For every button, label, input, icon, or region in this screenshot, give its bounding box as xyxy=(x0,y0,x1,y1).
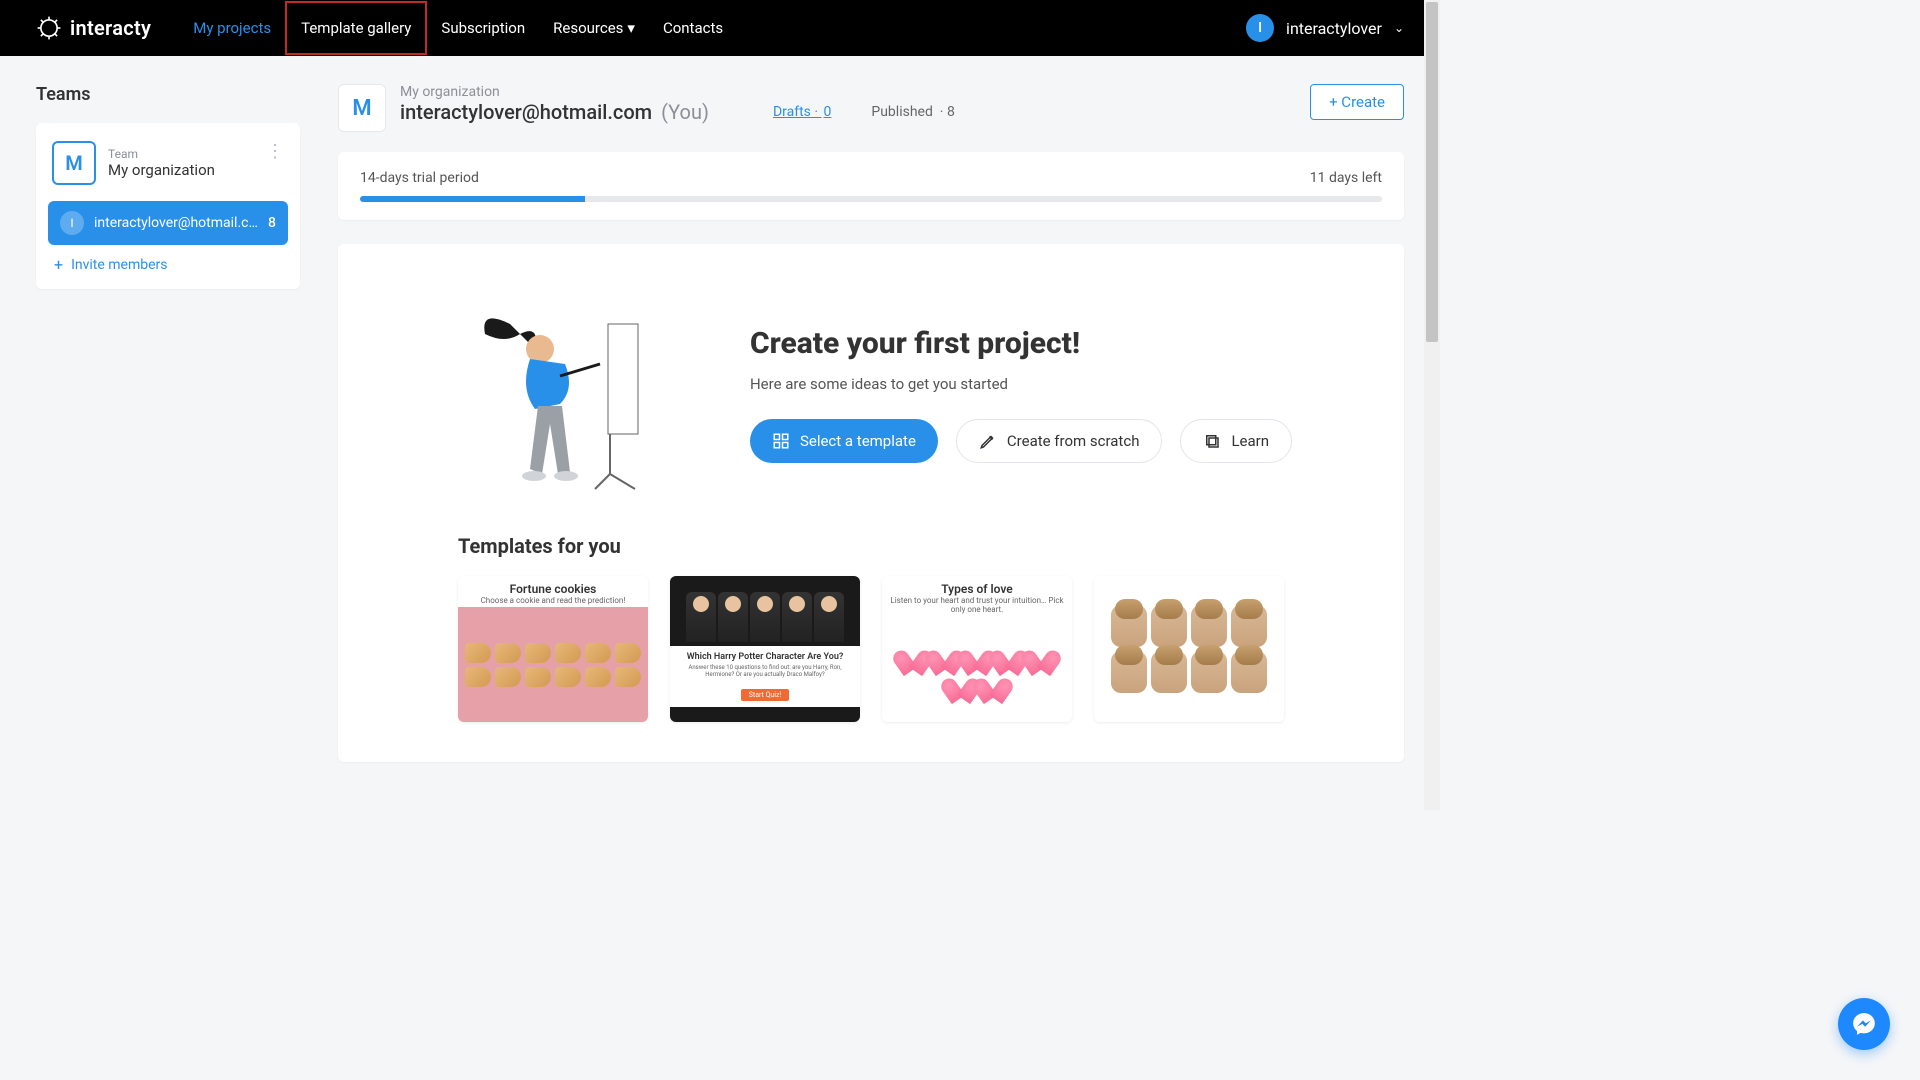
template-card-fortune-cookies[interactable]: Fortune cookies Choose a cookie and read… xyxy=(458,576,648,722)
hero-top: Create your first project! Here are some… xyxy=(398,294,1344,494)
template-card-types-of-love[interactable]: Types of love Listen to your heart and t… xyxy=(882,576,1072,722)
trial-header: 14-days trial period 11 days left xyxy=(360,170,1382,186)
template-card-harry-potter[interactable]: Which Harry Potter Character Are You? An… xyxy=(670,576,860,722)
member-project-count: 8 xyxy=(268,215,276,231)
template-title: Fortune cookies xyxy=(464,582,642,596)
org-header-left: M My organization interactylover@hotmail… xyxy=(338,84,955,132)
top-navbar: interacty My projects Template gallery S… xyxy=(0,0,1440,56)
template-card-faces[interactable] xyxy=(1094,576,1284,722)
nav-subscription[interactable]: Subscription xyxy=(427,3,539,53)
main-content: M My organization interactylover@hotmail… xyxy=(338,84,1404,762)
nav-contacts[interactable]: Contacts xyxy=(649,3,737,53)
logo-icon xyxy=(36,15,62,41)
org-stats: Drafts · 0 Published · 8 xyxy=(773,104,955,132)
trial-progress xyxy=(360,196,1382,202)
learn-button[interactable]: Learn xyxy=(1180,419,1292,463)
vertical-scrollbar[interactable] xyxy=(1424,0,1440,810)
nav-resources[interactable]: Resources ▾ xyxy=(539,3,649,53)
published-label: Published xyxy=(871,104,932,120)
org-meta: My organization interactylover@hotmail.c… xyxy=(400,84,709,132)
template-preview xyxy=(1094,576,1284,722)
member-email: interactylover@hotmail.com… xyxy=(94,215,258,231)
template-subtitle: Choose a cookie and read the prediction! xyxy=(464,596,642,605)
hero-buttons: Select a template Create from scratch Le… xyxy=(750,419,1292,463)
template-card-header: Types of love Listen to your heart and t… xyxy=(882,576,1072,616)
templates-heading: Templates for you xyxy=(458,534,1344,558)
scrollbar-thumb[interactable] xyxy=(1426,2,1438,342)
teams-heading: Teams xyxy=(36,84,300,105)
hero-subtitle: Here are some ideas to get you started xyxy=(750,375,1292,393)
user-name: interactylover xyxy=(1286,19,1382,38)
messenger-fab[interactable] xyxy=(1838,998,1890,1050)
template-subtitle: Listen to your heart and trust your intu… xyxy=(888,596,1066,614)
org-email: interactylover@hotmail.com xyxy=(400,100,652,124)
teams-sidebar: Teams M Team My organization ⋮ I interac… xyxy=(36,84,300,762)
templates-row: Fortune cookies Choose a cookie and read… xyxy=(398,576,1344,722)
published-stat: Published · 8 xyxy=(871,104,954,132)
template-start-button: Start Quiz! xyxy=(741,689,789,701)
trial-progress-bar xyxy=(360,196,585,202)
trial-remaining: 11 days left xyxy=(1310,170,1382,186)
team-meta: Team My organization xyxy=(108,147,215,179)
user-menu[interactable]: I interactylover ⌄ xyxy=(1246,14,1404,42)
org-label: My organization xyxy=(400,84,709,100)
nav-resources-label: Resources xyxy=(553,19,623,37)
trial-label: 14-days trial period xyxy=(360,170,479,186)
kebab-menu-icon[interactable]: ⋮ xyxy=(266,141,284,162)
create-scratch-label: Create from scratch xyxy=(1007,432,1140,450)
drafts-link[interactable]: Drafts · 0 xyxy=(773,104,831,132)
trial-card: 14-days trial period 11 days left xyxy=(338,152,1404,220)
team-label: Team xyxy=(108,147,215,161)
template-title: Types of love xyxy=(888,582,1066,596)
org-you-tag: (You) xyxy=(661,100,709,124)
template-preview xyxy=(458,607,648,722)
template-card-header: Fortune cookies Choose a cookie and read… xyxy=(458,576,648,607)
team-name: My organization xyxy=(108,161,215,179)
member-avatar: I xyxy=(60,211,84,235)
select-template-label: Select a template xyxy=(800,432,916,450)
learn-label: Learn xyxy=(1231,432,1269,450)
team-avatar: M xyxy=(52,141,96,185)
messenger-icon xyxy=(1851,1011,1877,1037)
nav-template-gallery[interactable]: Template gallery xyxy=(285,1,427,55)
plus-icon: + xyxy=(54,257,63,273)
hero-text: Create your first project! Here are some… xyxy=(750,326,1292,463)
member-row[interactable]: I interactylover@hotmail.com… 8 xyxy=(48,201,288,245)
nav-left-group: interacty My projects Template gallery S… xyxy=(36,1,737,55)
pencil-icon xyxy=(979,432,997,450)
team-card: M Team My organization ⋮ I interactylove… xyxy=(36,123,300,289)
template-title: Which Harry Potter Character Are You? xyxy=(674,652,856,662)
brand-logo[interactable]: interacty xyxy=(36,15,151,41)
hero-card: Create your first project! Here are some… xyxy=(338,244,1404,762)
hero-title: Create your first project! xyxy=(750,326,1292,361)
brand-name: interacty xyxy=(70,16,151,40)
layers-icon xyxy=(1203,432,1221,450)
create-scratch-button[interactable]: Create from scratch xyxy=(956,419,1163,463)
chevron-down-icon: ⌄ xyxy=(1394,21,1404,35)
drafts-label: Drafts xyxy=(773,104,811,120)
invite-members-label: Invite members xyxy=(71,257,167,273)
invite-members[interactable]: + Invite members xyxy=(48,245,288,277)
template-subtitle: Answer these 10 questions to find out: a… xyxy=(674,664,856,678)
nav-my-projects[interactable]: My projects xyxy=(179,3,285,53)
create-button[interactable]: + Create xyxy=(1310,84,1404,120)
page-body: Teams M Team My organization ⋮ I interac… xyxy=(0,56,1440,790)
nav-links: My projects Template gallery Subscriptio… xyxy=(179,1,737,55)
template-preview xyxy=(882,616,1072,722)
template-card-body: Which Harry Potter Character Are You? An… xyxy=(670,646,860,707)
user-avatar: I xyxy=(1246,14,1274,42)
template-grid-icon xyxy=(772,432,790,450)
org-header: M My organization interactylover@hotmail… xyxy=(338,84,1404,132)
drafts-count: 0 xyxy=(824,104,832,120)
template-preview xyxy=(670,576,860,646)
hero-illustration xyxy=(450,294,670,494)
org-email-row: interactylover@hotmail.com (You) xyxy=(400,100,709,124)
team-row[interactable]: M Team My organization ⋮ xyxy=(48,135,288,191)
org-avatar: M xyxy=(338,84,386,132)
caret-down-icon: ▾ xyxy=(627,19,635,37)
published-count: 8 xyxy=(947,104,955,120)
select-template-button[interactable]: Select a template xyxy=(750,419,938,463)
